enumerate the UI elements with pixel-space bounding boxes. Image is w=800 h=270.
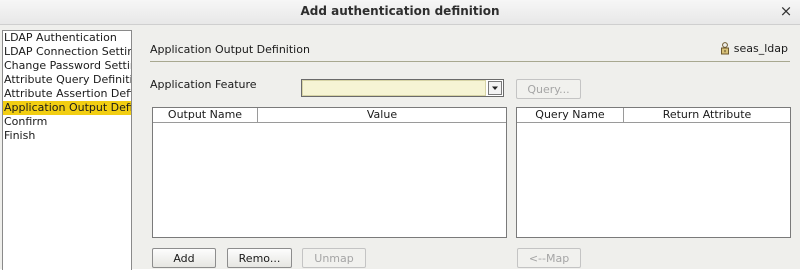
add-button[interactable]: Add: [152, 248, 216, 268]
column-header-output-name[interactable]: Output Name: [153, 108, 258, 122]
remove-button[interactable]: Remo...: [227, 248, 292, 268]
wizard-step-selected[interactable]: Application Output Defin: [3, 101, 131, 115]
dropdown-arrow-icon[interactable]: [488, 81, 502, 95]
query-table-header: Query Name Return Attribute: [517, 108, 790, 123]
output-table-header: Output Name Value: [153, 108, 506, 123]
column-header-query-name[interactable]: Query Name: [517, 108, 624, 122]
title-bar: Add authentication definition ×: [0, 0, 800, 25]
column-header-value[interactable]: Value: [258, 108, 506, 122]
section-header: Application Output Definition seas_ldap: [150, 41, 790, 62]
wizard-step[interactable]: Confirm: [3, 115, 131, 129]
wizard-step[interactable]: LDAP Connection Setting: [3, 45, 131, 59]
user-label: seas_ldap: [733, 42, 788, 55]
user-lock-icon: [720, 42, 729, 55]
current-user: seas_ldap: [720, 42, 788, 55]
window-title: Add authentication definition: [300, 4, 500, 18]
query-button[interactable]: Query...: [516, 79, 581, 99]
section-title: Application Output Definition: [150, 43, 310, 56]
wizard-step[interactable]: LDAP Authentication: [3, 31, 131, 45]
wizard-step-list: LDAP Authentication LDAP Connection Sett…: [2, 30, 132, 270]
wizard-step[interactable]: Change Password Settin: [3, 59, 131, 73]
output-table[interactable]: Output Name Value: [152, 107, 507, 238]
application-feature-value[interactable]: [302, 80, 486, 96]
wizard-step[interactable]: Finish: [3, 129, 131, 143]
map-button[interactable]: <--Map: [517, 248, 581, 268]
application-feature-label: Application Feature: [150, 78, 257, 91]
unmap-button[interactable]: Unmap: [302, 248, 366, 268]
content-panel: Application Output Definition seas_ldap …: [140, 30, 800, 269]
column-header-return-attribute[interactable]: Return Attribute: [624, 108, 790, 122]
close-icon[interactable]: ×: [778, 2, 794, 20]
query-table[interactable]: Query Name Return Attribute: [516, 107, 791, 238]
application-feature-combo[interactable]: [301, 79, 504, 97]
wizard-step[interactable]: Attribute Query Definitior: [3, 73, 131, 87]
wizard-step[interactable]: Attribute Assertion Defin: [3, 87, 131, 101]
